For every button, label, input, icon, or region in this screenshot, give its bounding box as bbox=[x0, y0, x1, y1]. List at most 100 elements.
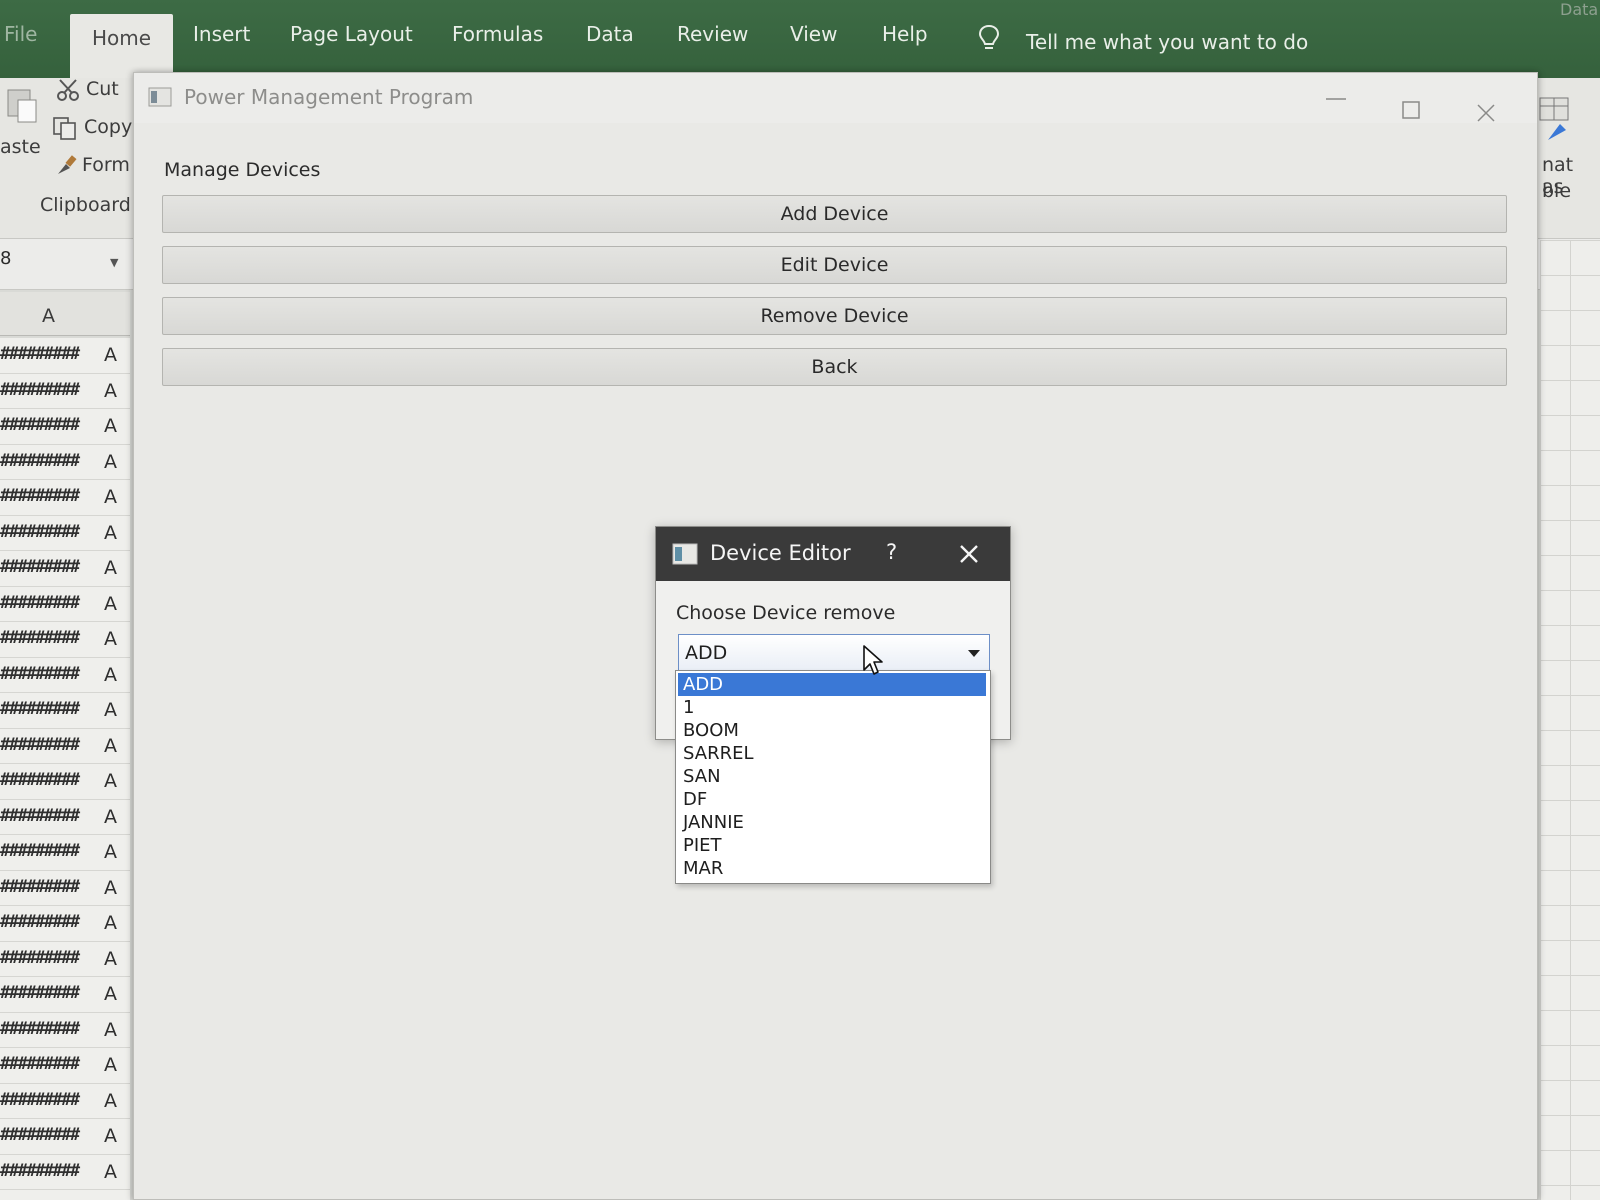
cell-a[interactable]: ######### bbox=[0, 841, 80, 861]
tab-review[interactable]: Review bbox=[677, 22, 748, 46]
name-box-chevron-down-icon[interactable]: ▼ bbox=[110, 256, 118, 269]
cell-a[interactable]: ######### bbox=[0, 1019, 80, 1039]
table-row[interactable]: ######### A bbox=[0, 1084, 130, 1119]
maximize-icon[interactable] bbox=[1402, 101, 1420, 119]
table-row[interactable]: ######### A bbox=[0, 764, 130, 800]
table-row[interactable]: ######### A bbox=[0, 906, 130, 942]
tab-formulas[interactable]: Formulas bbox=[452, 22, 543, 46]
cell-a[interactable]: ######### bbox=[0, 735, 80, 755]
cell-b[interactable]: A bbox=[104, 628, 117, 650]
help-button[interactable]: ? bbox=[886, 540, 897, 564]
table-row[interactable]: ######### A bbox=[0, 1155, 130, 1190]
table-row[interactable]: ######### A bbox=[0, 871, 130, 906]
table-row[interactable]: ######### A bbox=[0, 374, 130, 409]
cell-a[interactable]: ######### bbox=[0, 1125, 80, 1145]
cell-b[interactable]: A bbox=[104, 344, 117, 366]
back-button[interactable]: Back bbox=[162, 348, 1507, 386]
tab-data[interactable]: Data bbox=[586, 22, 634, 46]
tab-insert[interactable]: Insert bbox=[193, 22, 250, 46]
table-row[interactable]: ######### A bbox=[0, 516, 130, 551]
tell-me-search[interactable]: Tell me what you want to do bbox=[1026, 30, 1308, 54]
cell-a[interactable]: ######### bbox=[0, 699, 80, 719]
cell-a[interactable]: ######### bbox=[0, 1090, 80, 1110]
cell-b[interactable]: A bbox=[104, 841, 117, 863]
cell-b[interactable]: A bbox=[104, 1125, 117, 1147]
close-icon[interactable] bbox=[958, 543, 980, 565]
chevron-down-icon[interactable] bbox=[967, 649, 981, 658]
tab-help[interactable]: Help bbox=[882, 22, 928, 46]
dropdown-option[interactable]: MAR bbox=[678, 857, 986, 880]
scissors-icon[interactable] bbox=[56, 78, 82, 102]
cell-b[interactable]: A bbox=[104, 1019, 117, 1041]
cell-b[interactable]: A bbox=[104, 522, 117, 544]
table-row[interactable]: ######### A bbox=[0, 338, 130, 374]
cell-b[interactable]: A bbox=[104, 1054, 117, 1076]
cell-b[interactable]: A bbox=[104, 699, 117, 721]
copy-button[interactable]: Copy bbox=[84, 116, 132, 138]
cell-b[interactable]: A bbox=[104, 486, 117, 508]
cell-a[interactable]: ######### bbox=[0, 593, 80, 613]
table-row[interactable]: ######### A bbox=[0, 409, 130, 445]
cell-b[interactable]: A bbox=[104, 735, 117, 757]
add-device-button[interactable]: Add Device bbox=[162, 195, 1507, 233]
cell-b[interactable]: A bbox=[104, 415, 117, 437]
dropdown-option-add[interactable]: ADD bbox=[678, 673, 986, 696]
device-select[interactable]: ADD bbox=[678, 634, 990, 672]
tab-view[interactable]: View bbox=[790, 22, 837, 46]
cell-b[interactable]: A bbox=[104, 557, 117, 579]
table-row[interactable]: ######### A bbox=[0, 729, 130, 764]
remove-device-button[interactable]: Remove Device bbox=[162, 297, 1507, 335]
table-row[interactable]: ######### A bbox=[0, 1013, 130, 1048]
cell-a[interactable]: ######### bbox=[0, 557, 80, 577]
dropdown-option[interactable]: SARREL bbox=[678, 742, 986, 765]
brush-icon[interactable] bbox=[54, 154, 78, 178]
table-row[interactable]: ######### A bbox=[0, 977, 130, 1013]
table-row[interactable]: ######### A bbox=[0, 1119, 130, 1155]
table-row[interactable]: ######### A bbox=[0, 693, 130, 729]
cell-b[interactable]: A bbox=[104, 1090, 117, 1112]
cell-a[interactable]: ######### bbox=[0, 664, 80, 684]
table-row[interactable]: ######### A bbox=[0, 658, 130, 693]
cell-b[interactable]: A bbox=[104, 451, 117, 473]
cell-b[interactable]: A bbox=[104, 593, 117, 615]
table-row[interactable]: ######### A bbox=[0, 835, 130, 871]
cell-a[interactable]: ######### bbox=[0, 344, 80, 364]
dropdown-option[interactable]: BOOM bbox=[678, 719, 986, 742]
table-row[interactable]: ######### A bbox=[0, 800, 130, 835]
cell-a[interactable]: ######### bbox=[0, 983, 80, 1003]
table-row[interactable]: ######### A bbox=[0, 445, 130, 480]
cell-a[interactable]: ######### bbox=[0, 486, 80, 506]
dropdown-option[interactable]: JANNIE bbox=[678, 811, 986, 834]
cell-a[interactable]: ######### bbox=[0, 1054, 80, 1074]
paste-icon[interactable] bbox=[4, 84, 40, 124]
cell-a[interactable]: ######### bbox=[0, 806, 80, 826]
table-row[interactable]: ######### A bbox=[0, 622, 130, 658]
copy-icon[interactable] bbox=[52, 116, 78, 142]
format-painter-button[interactable]: Form bbox=[82, 154, 130, 176]
cell-a[interactable]: ######### bbox=[0, 948, 80, 968]
dropdown-option[interactable]: DF bbox=[678, 788, 986, 811]
edit-device-button[interactable]: Edit Device bbox=[162, 246, 1507, 284]
cell-a[interactable]: ######### bbox=[0, 451, 80, 471]
cell-b[interactable]: A bbox=[104, 983, 117, 1005]
dropdown-option[interactable]: 1 bbox=[678, 696, 986, 719]
cell-b[interactable]: A bbox=[104, 806, 117, 828]
format-as-table-label-2[interactable]: ble bbox=[1542, 180, 1571, 202]
cell-a[interactable]: ######### bbox=[0, 912, 80, 932]
name-box[interactable]: 8 bbox=[0, 248, 126, 282]
tab-file[interactable]: File bbox=[4, 22, 37, 46]
cell-b[interactable]: A bbox=[104, 948, 117, 970]
close-icon[interactable] bbox=[1476, 103, 1496, 123]
table-row[interactable]: ######### A bbox=[0, 1048, 130, 1084]
cell-a[interactable]: ######### bbox=[0, 522, 80, 542]
cell-b[interactable]: A bbox=[104, 664, 117, 686]
cell-b[interactable]: A bbox=[104, 380, 117, 402]
paste-label[interactable]: aste bbox=[0, 136, 41, 158]
dropdown-option[interactable]: PIET bbox=[678, 834, 986, 857]
cell-a[interactable]: ######### bbox=[0, 877, 80, 897]
cut-button[interactable]: Cut bbox=[86, 78, 119, 100]
tab-home[interactable]: Home bbox=[70, 14, 174, 78]
cell-a[interactable]: ######### bbox=[0, 1161, 80, 1181]
cell-a[interactable]: ######### bbox=[0, 770, 80, 790]
cell-a[interactable]: ######### bbox=[0, 380, 80, 400]
